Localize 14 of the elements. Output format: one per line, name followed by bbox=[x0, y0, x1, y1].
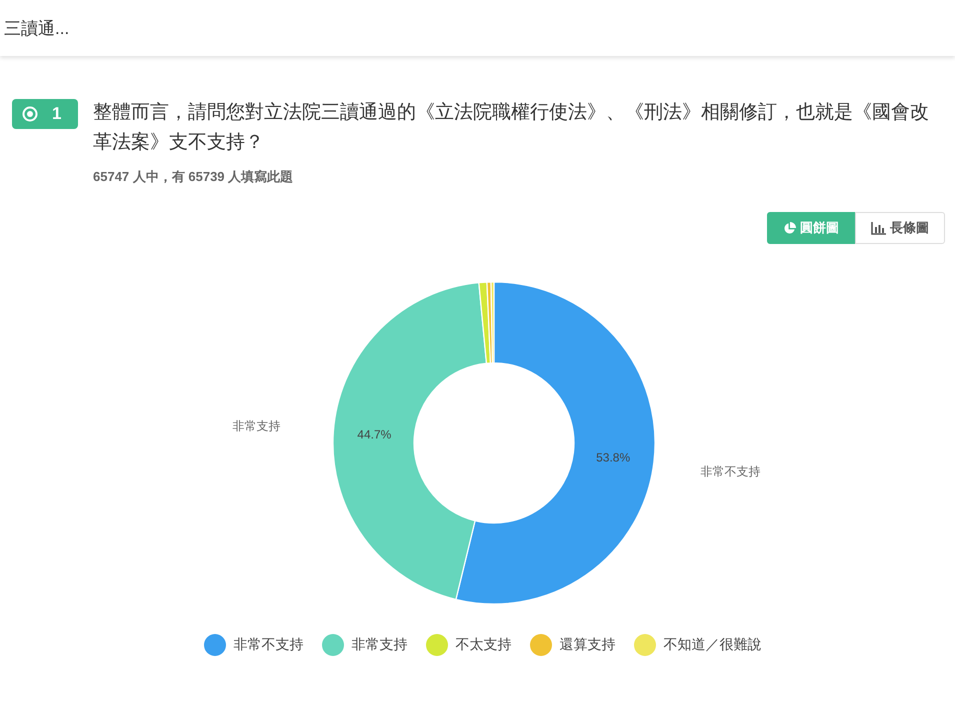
value-label: 44.7% bbox=[357, 427, 392, 442]
legend-label: 非常不支持 bbox=[234, 636, 304, 654]
page-title: 三讀通... bbox=[4, 18, 70, 40]
question-number-badge: 1 bbox=[12, 99, 78, 129]
question-title: 整體而言，請問您對立法院三讀通過的《立法院職權行使法》、《刑法》相關修訂，也就是《國會改革法案》支不支持？ bbox=[93, 101, 930, 155]
legend-label: 不知道／很難說 bbox=[664, 636, 762, 654]
legend-label: 還算支持 bbox=[560, 636, 616, 654]
category-label: 非常支持 bbox=[232, 418, 281, 433]
legend-label: 非常支持 bbox=[352, 636, 408, 654]
value-label: 53.8% bbox=[596, 450, 630, 464]
respondent-count: 65747 人中，有 65739 人填寫此題 bbox=[93, 168, 294, 186]
chart-view-tab[interactable]: 長條圖 bbox=[855, 212, 945, 244]
category-label: 非常不支持 bbox=[700, 464, 760, 478]
legend-label: 不太支持 bbox=[456, 636, 512, 654]
